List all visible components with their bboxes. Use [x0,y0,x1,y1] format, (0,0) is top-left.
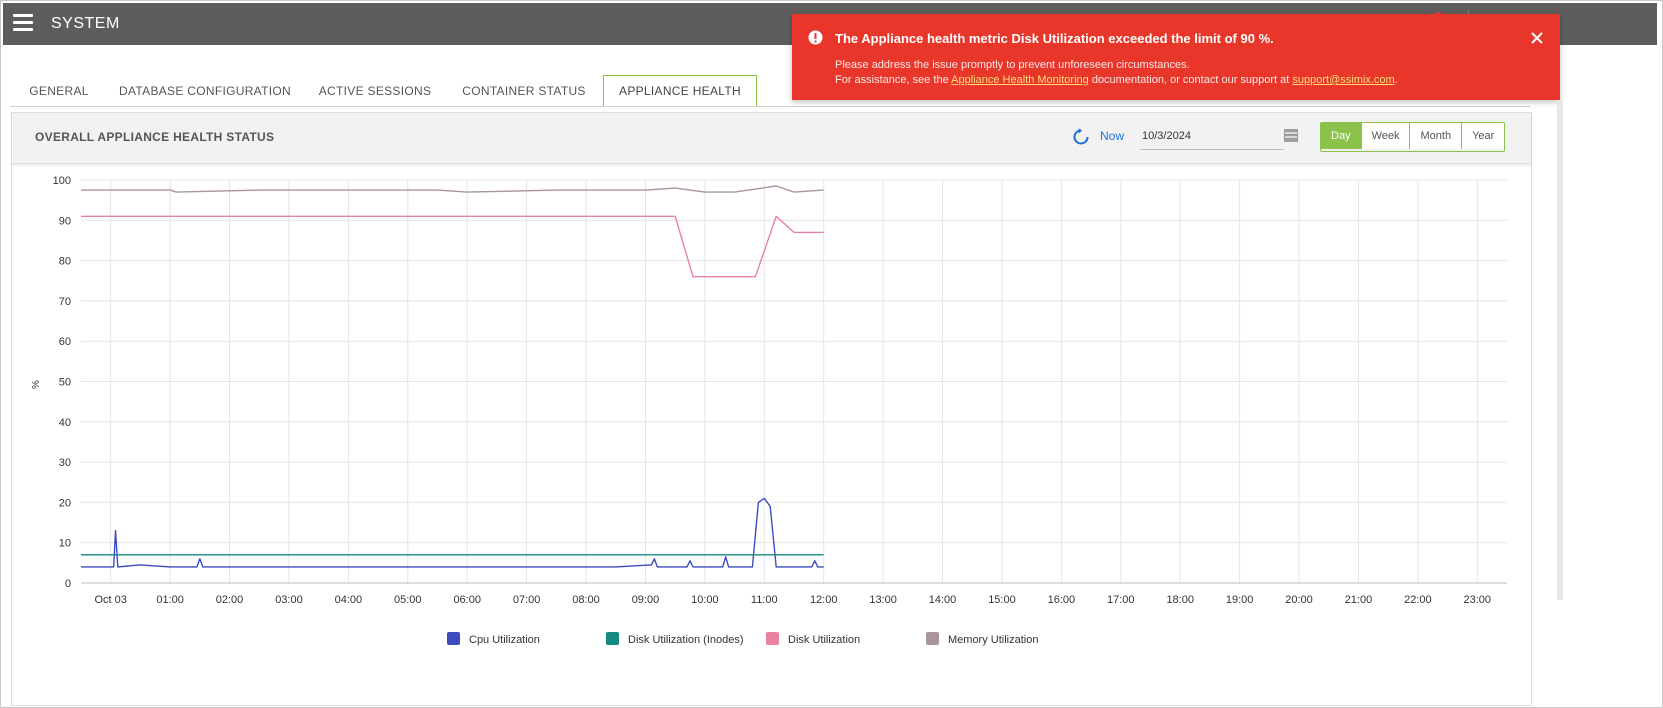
y-axis-label: % [31,380,42,389]
x-tick-label: 13:00 [869,594,897,606]
legend-swatch [926,632,939,645]
alert-line-2-suffix: . [1394,74,1398,86]
x-tick-label: 12:00 [810,594,838,606]
y-tick-label: 70 [59,296,71,308]
y-tick-label: 40 [59,417,71,429]
x-tick-label: 08:00 [572,594,600,606]
page-scrollbar[interactable] [1557,100,1563,600]
x-tick-label: 18:00 [1166,594,1194,606]
alert-line-2-middle: documentation, or contact our support at [1088,74,1293,86]
x-tick-label: Oct 03 [95,594,127,606]
x-tick-label: 23:00 [1464,594,1492,606]
health-line-chart: 0 10 20 30 40 50 60 70 80 90 100 Oct 03 01:00 02:00 03… [31,175,1507,646]
y-tick-label: 10 [59,538,71,550]
alert-line-1: Please address the issue promptly to pre… [835,59,1190,71]
x-tick-label: 02:00 [216,594,244,606]
x-tick-label: 04:00 [335,594,363,606]
x-tick-label: 07:00 [513,594,541,606]
x-tick-label: 01:00 [156,594,184,606]
alert-line-2-prefix: For assistance, see the [835,74,952,86]
x-tick-label: 06:00 [453,594,481,606]
y-tick-label: 90 [59,215,71,227]
legend-label: Cpu Utilization [469,634,540,646]
series-line [81,497,824,568]
alert-title: The Appliance health metric Disk Utiliza… [835,31,1274,46]
legend-swatch [766,632,779,645]
x-tick-label: 09:00 [632,594,660,606]
legend-swatch [606,632,619,645]
y-tick-label: 50 [59,377,71,389]
y-tick-label: 20 [59,497,71,509]
alert-line-2: For assistance, see the Appliance Health… [835,73,1398,88]
exclamation-icon [808,30,823,45]
alert-body: Please address the issue promptly to pre… [835,58,1398,88]
legend-label: Disk Utilization (Inodes) [628,634,744,646]
close-icon[interactable] [1530,31,1544,45]
x-tick-label: 21:00 [1345,594,1373,606]
y-tick-label: 100 [53,175,71,187]
x-tick-label: 05:00 [394,594,422,606]
series-line [81,215,824,278]
legend-swatch [447,632,460,645]
x-tick-label: 14:00 [929,594,957,606]
x-tick-label: 16:00 [1048,594,1076,606]
y-tick-label: 80 [59,256,71,268]
x-tick-label: 15:00 [988,594,1016,606]
x-tick-label: 20:00 [1285,594,1313,606]
documentation-link[interactable]: Appliance Health Monitoring [951,74,1089,86]
x-tick-label: 10:00 [691,594,719,606]
x-tick-label: 17:00 [1107,594,1135,606]
support-email-link[interactable]: support@ssimix.com [1292,74,1394,86]
x-tick-label: 03:00 [275,594,303,606]
alert-notification: The Appliance health metric Disk Utiliza… [792,14,1560,100]
x-tick-label: 11:00 [751,594,778,606]
series-line [81,185,824,193]
x-tick-label: 19:00 [1226,594,1254,606]
y-tick-label: 60 [59,336,71,348]
legend-label: Disk Utilization [788,634,860,646]
y-tick-label: 0 [65,578,71,590]
legend-label: Memory Utilization [948,634,1038,646]
x-tick-label: 22:00 [1404,594,1432,606]
y-tick-label: 30 [59,457,71,469]
